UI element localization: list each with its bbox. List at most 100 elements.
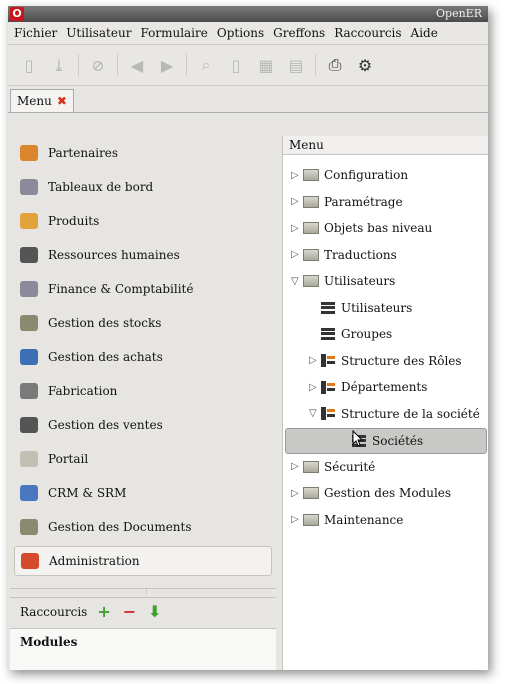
tree-row[interactable]: Utilisateurs: [309, 296, 412, 320]
folder-icon: [303, 222, 319, 234]
install-module-icon[interactable]: ⬇: [148, 602, 161, 621]
list-view-icon[interactable]: ▦: [251, 52, 281, 78]
menu-aide[interactable]: Aide: [411, 26, 438, 40]
expanded-arrow-icon[interactable]: ▽: [309, 408, 321, 419]
portal-icon: [20, 451, 38, 467]
next-icon[interactable]: ▶: [152, 52, 182, 78]
menu-item-dashboard[interactable]: Tableaux de bord: [10, 170, 276, 204]
menu-item-partners[interactable]: Partenaires: [10, 136, 276, 170]
structure-icon: [321, 354, 335, 367]
menu-item-hr[interactable]: Ressources humaines: [10, 238, 276, 272]
mouse-cursor-icon: [352, 430, 364, 447]
action-gear-icon[interactable]: ⚙: [350, 52, 380, 78]
menu-greffons[interactable]: Greffons: [273, 26, 325, 40]
delete-icon[interactable]: ⊘: [83, 52, 113, 78]
tree-row[interactable]: Sociétés: [285, 428, 487, 454]
toolbar-separator: [117, 54, 118, 76]
tree-row-label: Structure des Rôles: [341, 353, 462, 368]
tree-header[interactable]: Menu: [283, 136, 488, 155]
menu-item-documents[interactable]: Gestion des Documents: [10, 510, 276, 544]
collapsed-arrow-icon[interactable]: ▷: [291, 249, 303, 260]
graph-view-icon[interactable]: ▤: [281, 52, 311, 78]
menu-item-sales[interactable]: Gestion des ventes: [10, 408, 276, 442]
menu-tree-panel: Menu ▷ Configuration ▷ Paramétrage ▷ Objets b…: [282, 136, 488, 670]
previous-icon[interactable]: ◀: [122, 52, 152, 78]
tree-row-label: Groupes: [341, 327, 393, 341]
administration-icon: [21, 553, 39, 569]
collapsed-arrow-icon[interactable]: ▷: [291, 514, 303, 525]
structure-icon: [321, 380, 335, 394]
form-view-icon[interactable]: ▯: [221, 52, 251, 78]
purchase-icon: [20, 349, 38, 365]
collapsed-arrow-icon[interactable]: ▷: [309, 382, 321, 393]
expanded-arrow-icon[interactable]: ▽: [291, 276, 303, 287]
menu-item-label: Portail: [48, 452, 89, 466]
tree-row-label: Sécurité: [324, 459, 376, 474]
partners-icon: [20, 145, 38, 161]
folder-icon: [303, 460, 319, 473]
menu-fichier[interactable]: Fichier: [14, 26, 57, 40]
menu-utilisateur[interactable]: Utilisateur: [66, 26, 131, 40]
add-shortcut-icon[interactable]: +: [97, 602, 110, 621]
menu-options[interactable]: Options: [217, 26, 264, 40]
menu-raccourcis[interactable]: Raccourcis: [334, 26, 401, 40]
menu-item-crm[interactable]: CRM & SRM: [10, 476, 276, 510]
toolbar-separator: [78, 54, 79, 76]
tree-row[interactable]: Groupes: [309, 322, 392, 346]
tree-row-label: Sociétés: [372, 434, 424, 448]
shortcuts-bar: Raccourcis + − ⬇: [10, 597, 276, 625]
collapsed-arrow-icon[interactable]: ▷: [291, 461, 303, 472]
tree-row[interactable]: ▷ Objets bas niveau: [291, 216, 432, 240]
menu-item-products[interactable]: Produits: [10, 204, 276, 238]
menu-item-manufacturing[interactable]: Fabrication: [10, 374, 276, 408]
tree-row-label: Structure de la société: [341, 406, 480, 421]
toolbar: ▯ ⤓ ⊘ ◀ ▶ ⌕ ▯ ▦ ▤ ⎙ ⚙: [8, 45, 488, 86]
tree-row[interactable]: ▽ Utilisateurs: [291, 269, 395, 293]
remove-shortcut-icon[interactable]: −: [123, 602, 136, 621]
menu-item-label: Gestion des stocks: [48, 316, 162, 330]
tree-row[interactable]: ▷ Configuration: [291, 163, 408, 187]
collapsed-arrow-icon[interactable]: ▷: [291, 196, 303, 207]
menu-item-stock[interactable]: Gestion des stocks: [10, 306, 276, 340]
close-tab-icon[interactable]: ✖: [57, 94, 67, 108]
folder-icon: [303, 487, 319, 499]
tree-row[interactable]: ▷ Sécurité: [291, 455, 375, 479]
tab-bar: Menu ✖: [8, 86, 488, 113]
menu-bar: Fichier Utilisateur Formulaire Options G…: [8, 22, 488, 45]
print-icon[interactable]: ⎙: [320, 52, 350, 78]
tree-row[interactable]: ▷ Maintenance: [291, 508, 403, 532]
menu-item-administration[interactable]: Administration: [14, 546, 272, 576]
folder-icon: [303, 195, 319, 208]
tree-row-label: Utilisateurs: [324, 274, 396, 288]
save-icon[interactable]: ⤓: [44, 52, 74, 78]
menu-item-finance[interactable]: Finance & Comptabilité: [10, 272, 276, 306]
collapsed-arrow-icon[interactable]: ▷: [291, 170, 303, 181]
tree-row-label: Traductions: [324, 247, 397, 262]
shortcuts-list: Modules: [10, 628, 276, 670]
pane-splitter[interactable]: ⋮: [10, 587, 276, 597]
tree-row[interactable]: ▷ Paramétrage: [291, 190, 403, 214]
tree-row[interactable]: ▷ Départements: [309, 375, 427, 399]
tree-row[interactable]: ▷ Gestion des Modules: [291, 481, 451, 505]
menu-item-purchase[interactable]: Gestion des achats: [10, 340, 276, 374]
collapsed-arrow-icon[interactable]: ▷: [291, 488, 303, 499]
folder-icon: [303, 275, 319, 287]
tree-row-label: Configuration: [324, 168, 409, 182]
tree-row[interactable]: ▷ Traductions: [291, 243, 397, 267]
splitter-grip-icon: ⋮: [143, 587, 150, 595]
menu-item-label: Gestion des achats: [48, 350, 163, 364]
menu-formulaire[interactable]: Formulaire: [140, 26, 207, 40]
tree-row[interactable]: ▷ Structure des Rôles: [309, 349, 462, 373]
search-icon[interactable]: ⌕: [191, 52, 221, 78]
manufacturing-icon: [20, 383, 38, 399]
tree-row[interactable]: ▽ Structure de la société: [309, 402, 480, 426]
collapsed-arrow-icon[interactable]: ▷: [291, 223, 303, 234]
tab-menu-label: Menu: [17, 94, 52, 108]
shortcuts-label: Raccourcis: [20, 604, 88, 619]
new-document-icon[interactable]: ▯: [14, 52, 44, 78]
tree-row-label: Départements: [341, 380, 428, 394]
collapsed-arrow-icon[interactable]: ▷: [309, 355, 321, 366]
tab-menu[interactable]: Menu ✖: [10, 89, 74, 112]
menu-item-portal[interactable]: Portail: [10, 442, 276, 476]
modules-shortcut[interactable]: Modules: [20, 635, 77, 649]
